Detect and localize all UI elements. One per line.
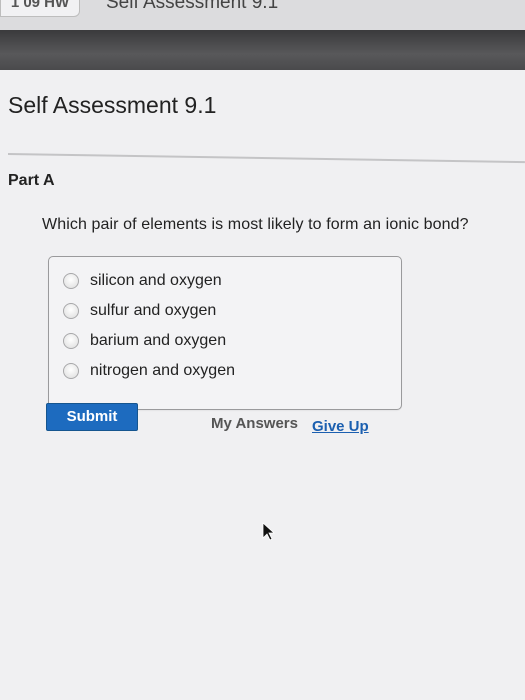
part-label: Part A [8,172,55,189]
radio-unselected-icon[interactable] [63,333,79,349]
submit-button[interactable]: Submit [46,403,138,431]
give-up-link[interactable]: Give Up [312,418,369,435]
choice-sulfur-oxygen[interactable]: sulfur and oxygen [63,299,216,323]
radio-unselected-icon[interactable] [63,273,79,289]
browser-tab-hw[interactable]: 1 09 HW [0,0,80,17]
my-answers-button[interactable]: My Answers [211,415,298,432]
toolbar [0,30,525,70]
choice-label: sulfur and oxygen [90,302,217,319]
mouse-pointer-icon [262,522,276,541]
choice-label: silicon and oxygen [90,272,222,289]
choice-silicon-oxygen[interactable]: silicon and oxygen [63,269,222,293]
page-title: Self Assessment 9.1 [8,92,217,118]
question-text: Which pair of elements is most likely to… [42,216,469,233]
choice-nitrogen-oxygen[interactable]: nitrogen and oxygen [63,359,235,383]
radio-unselected-icon[interactable] [63,363,79,379]
choice-label: nitrogen and oxygen [90,362,235,379]
choice-barium-oxygen[interactable]: barium and oxygen [63,329,226,353]
browser-tab-active[interactable]: Self Assessment 9.1 [100,0,306,18]
radio-unselected-icon[interactable] [63,303,79,319]
choice-label: barium and oxygen [90,332,227,349]
browser-tab-bar: 1 09 HW Self Assessment 9.1 [0,0,525,31]
answer-choices: silicon and oxygen sulfur and oxygen bar… [48,256,402,410]
